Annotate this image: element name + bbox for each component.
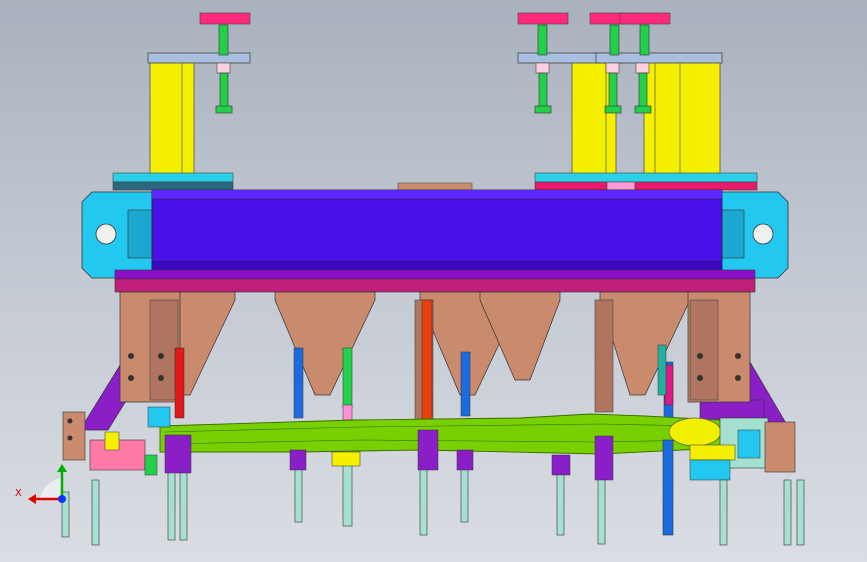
mount-strip (114, 278, 756, 293)
coordinate-triad-icon (28, 464, 67, 504)
clamp-rod-red-2 (421, 299, 433, 421)
gusset-plate-mid (594, 299, 614, 413)
clamp-rod-red-1 (174, 347, 185, 419)
cylinder-assembly-left (112, 12, 251, 191)
clamp-rod-green-1 (342, 347, 353, 409)
clamp-rod-blue-2 (460, 351, 471, 417)
axis-label-x: X (15, 488, 22, 499)
main-beam (151, 189, 723, 271)
cad-viewport[interactable]: X (0, 0, 867, 562)
workpiece-tube (159, 413, 726, 455)
end-plate-left (81, 191, 153, 279)
locator-rod-blue (662, 439, 674, 536)
cylinder-assembly-right (517, 12, 758, 191)
gusset-2 (274, 291, 376, 396)
beam-base-strip (114, 269, 756, 280)
clamp-end-left (62, 406, 171, 476)
clamp-rod-pink-1 (342, 404, 353, 421)
clamp-rod-teal (657, 344, 667, 396)
clamp-pad-yellow (331, 451, 361, 467)
clamp-rod-blue-1 (293, 347, 304, 419)
gusset-block-right (687, 291, 751, 403)
end-plate-right (719, 191, 789, 279)
gusset-5 (599, 291, 691, 396)
